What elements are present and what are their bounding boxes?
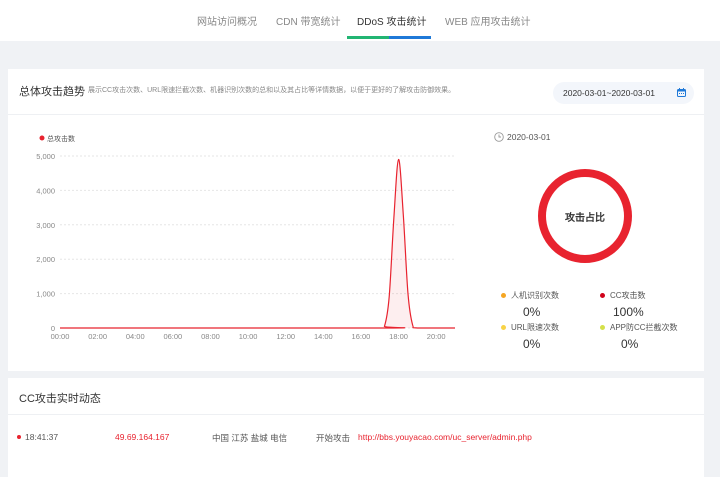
date-range-picker[interactable]: 2020-03-01~2020-03-01 [553,82,694,104]
y-tick-label: 2,000 [36,255,55,264]
tab-cdn-bandwidth[interactable]: CDN 带宽统计 [276,13,340,28]
stat-value-app-cc: 0% [621,337,639,351]
stat-value-cc-attack: 100% [613,305,644,319]
y-tick-label: 3,000 [36,221,55,230]
card-divider [8,414,704,415]
x-tick-label: 04:00 [126,332,145,341]
x-tick-label: 02:00 [88,332,107,341]
x-tick-label: 08:00 [201,332,220,341]
attack-trend-card: 总体攻击趋势 展示CC攻击次数、URL限速拦截次数、机器识别次数的总和以及其占比… [8,69,704,371]
cc-realtime-card: CC攻击实时动态 18:41:37 49.69.164.167 中国 江苏 盐城… [8,378,704,477]
y-tick-label: 4,000 [36,186,55,195]
x-tick-label: 12:00 [276,332,295,341]
stat-value-url-limit: 0% [523,337,541,351]
stat-label-cc-attack: CC攻击数 [610,291,646,300]
x-tick-label: 14:00 [314,332,333,341]
ratio-date: 2020-03-01 [507,132,551,142]
legend-dot [39,135,45,141]
log-url[interactable]: http://bbs.youyacao.com/uc_server/admin.… [358,432,532,442]
stat-dot-app-cc [600,325,605,330]
tab-site-access[interactable]: 网站访问概况 [197,13,257,28]
log-location: 中国 江苏 盐城 电信 [212,433,288,443]
tab-indicator-blue [389,36,431,39]
x-tick-label: 06:00 [163,332,182,341]
x-tick-label: 16:00 [352,332,371,341]
stat-label-app-cc: APP防CC拦截次数 [610,323,678,332]
log-time: 18:41:37 [25,432,59,442]
x-tick-label: 20:00 [427,332,446,341]
tab-indicator-green [347,36,389,39]
tab-web-attack[interactable]: WEB 应用攻击统计 [445,13,531,28]
stats-tabs: 网站访问概况 CDN 带宽统计 DDoS 攻击统计 WEB 应用攻击统计 [0,0,720,41]
stat-dot-url-limit [501,325,506,330]
date-range-value: 2020-03-01~2020-03-01 [563,88,655,98]
log-status-dot [17,435,21,439]
stat-dot-human-verify [501,293,506,298]
stat-label-human-verify: 人机识别次数 [511,291,559,300]
stat-value-human-verify: 0% [523,305,541,319]
legend-label: 总攻击数 [47,134,75,143]
stat-label-url-limit: URL限速次数 [511,323,560,332]
cc-log-title: CC攻击实时动态 [19,393,101,405]
y-tick-label: 5,000 [36,152,55,161]
calendar-icon [677,88,686,97]
y-tick-label: 1,000 [36,290,55,299]
log-ip[interactable]: 49.69.164.167 [115,432,169,442]
x-tick-label: 18:00 [389,332,408,341]
clock-icon [494,132,504,142]
log-action: 开始攻击 [316,433,351,443]
top-navigation-bar: 网站访问概况 CDN 带宽统计 DDoS 攻击统计 WEB 应用攻击统计 [0,0,720,41]
attack-trend-chart: 01,0002,0003,0004,0005,000 00:00 02:00 04:… [36,134,455,341]
stat-dot-cc-attack [600,293,605,298]
attack-ratio-label: 攻击占比 [565,213,605,224]
x-tick-label: 00:00 [51,332,70,341]
tab-ddos[interactable]: DDoS 攻击统计 [357,13,426,28]
x-tick-label: 10:00 [239,332,258,341]
